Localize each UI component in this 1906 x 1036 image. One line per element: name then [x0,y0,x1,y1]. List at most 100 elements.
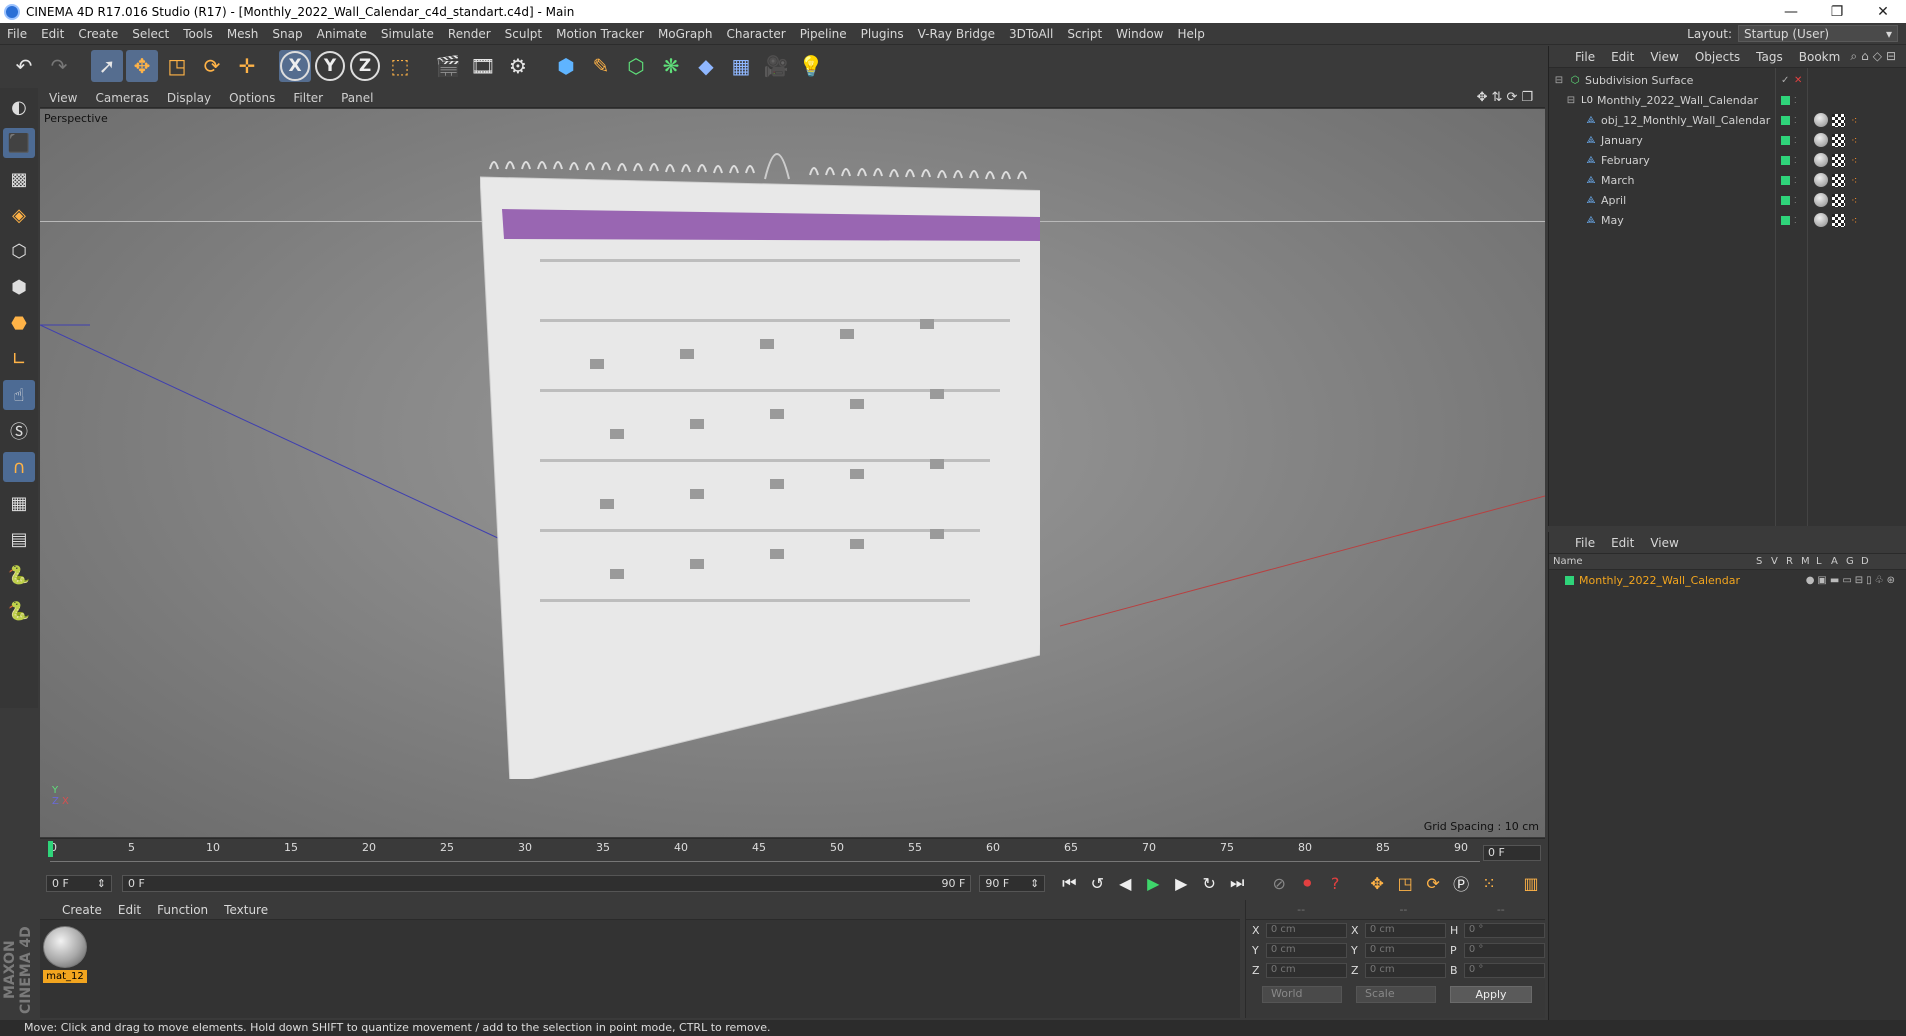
next-frame-icon[interactable]: ▶ [1168,870,1194,896]
floor-icon[interactable]: ▦ [725,50,757,82]
position-z-field[interactable]: 0 cm [1265,962,1347,978]
texture-tag-icon[interactable] [1832,193,1845,207]
play-icon[interactable]: ▶ [1140,870,1166,896]
column-header[interactable]: V [1771,556,1778,567]
polygons-mode-icon[interactable]: ⬣ [3,308,35,338]
cube-primitive-icon[interactable]: ⬢ [550,50,582,82]
menu-edit[interactable]: Edit [34,27,71,41]
material-tag-icon[interactable] [1814,193,1828,207]
workplane-icon[interactable]: ◈ [3,200,35,230]
phong-tag-icon[interactable]: ⁖ [1851,194,1857,207]
collapse-icon[interactable]: ⊟ [1565,94,1577,106]
end-frame-field[interactable]: 90 F ⇕ [979,874,1046,892]
material-menu-texture[interactable]: Texture [216,903,276,917]
rotation-h-field[interactable]: 0 ° [1463,922,1545,938]
visibility-dots-icon[interactable]: ⁚ [1794,136,1797,145]
material-menu-edit[interactable]: Edit [110,903,149,917]
column-header[interactable]: L [1816,556,1822,567]
layer-flag-icons[interactable]: ●▣▬▭⊟▯♧⊛ [1806,575,1898,586]
menu-tools[interactable]: Tools [176,27,220,41]
visibility-dots-icon[interactable]: ⁚ [1794,96,1797,105]
spline-pen-icon[interactable]: ✎ [585,50,617,82]
enable-check-icon[interactable]: ✓ [1781,75,1789,86]
viewport-menu-panel[interactable]: Panel [332,91,382,105]
x-axis-lock-icon[interactable]: X [279,50,311,82]
menu-3dtoall[interactable]: 3DToAll [1002,27,1060,41]
tree-row[interactable]: ⟁ May ⁚ ⁖ [1549,210,1906,230]
menu-mesh[interactable]: Mesh [220,27,266,41]
column-header[interactable]: D [1861,556,1869,567]
menu-mograph[interactable]: MoGraph [651,27,720,41]
make-editable-icon[interactable]: ◐ [3,92,35,122]
visibility-dots-icon[interactable]: ⁚ [1794,196,1797,205]
previous-key-icon[interactable]: ↺ [1084,870,1110,896]
coordinate-space-dropdown[interactable]: World [1262,986,1342,1003]
menu-snap[interactable]: Snap [265,27,309,41]
om-menu-edit[interactable]: Edit [1603,50,1642,64]
column-header[interactable]: M [1801,556,1810,567]
collapse-icon[interactable]: ⊟ [1553,74,1565,86]
search-home-icons[interactable]: ⌕⌂◇⊟ [1850,49,1900,64]
tree-row[interactable]: ⟁ March ⁚ ⁖ [1549,170,1906,190]
render-picture-viewer-icon[interactable]: 🎞 [467,50,499,82]
key-position-icon[interactable]: ✥ [1364,870,1390,896]
rotation-p-field[interactable]: 0 ° [1463,942,1545,958]
layout-dropdown[interactable]: Startup (User) ▾ [1738,25,1898,42]
start-frame-field[interactable]: 0 F ⇕ [46,874,112,892]
material-swatch[interactable]: mat_12 [43,926,87,984]
texture-tag-icon[interactable] [1832,213,1845,227]
light-icon[interactable]: 💡 [795,50,827,82]
viewport-menu-filter[interactable]: Filter [284,91,332,105]
texture-tag-icon[interactable] [1832,113,1845,127]
menu-file[interactable]: File [0,27,34,41]
phong-tag-icon[interactable]: ⁖ [1851,134,1857,147]
lm-menu-view[interactable]: View [1642,536,1686,550]
menu-sculpt[interactable]: Sculpt [498,27,549,41]
restore-button[interactable]: ❐ [1814,4,1860,20]
points-mode-icon[interactable]: ⬡ [3,236,35,266]
tree-row[interactable]: ⟁ April ⁚ ⁖ [1549,190,1906,210]
menu-select[interactable]: Select [125,27,176,41]
visibility-dots-icon[interactable]: ⁚ [1794,116,1797,125]
3d-viewport[interactable]: Perspective YZ X Grid Spacing : 10 cm [40,109,1545,837]
om-menu-objects[interactable]: Objects [1687,50,1748,64]
viewport-nav-icons[interactable]: ✥⇅⟳❐ [1477,90,1537,105]
column-header[interactable]: A [1831,556,1838,567]
position-x-field[interactable]: 0 cm [1265,922,1347,938]
material-tag-icon[interactable] [1814,113,1828,127]
coordinate-mode-dropdown[interactable]: Scale [1356,986,1436,1003]
undo-icon[interactable]: ↶ [8,50,40,82]
key-scale-icon[interactable]: ◳ [1392,870,1418,896]
menu-vray-bridge[interactable]: V-Ray Bridge [911,27,1002,41]
menu-simulate[interactable]: Simulate [374,27,441,41]
texture-tag-icon[interactable] [1832,153,1845,167]
keyframe-selection-icon[interactable]: ? [1322,870,1348,896]
column-header[interactable]: G [1846,556,1854,567]
viewport-menu-cameras[interactable]: Cameras [86,91,157,105]
preview-range-slider[interactable]: 0 F 90 F [121,874,972,892]
menu-create[interactable]: Create [71,27,125,41]
select-arrow-icon[interactable]: ➚ [91,50,123,82]
edges-mode-icon[interactable]: ⬢ [3,272,35,302]
rotate-tool-icon[interactable]: ⟳ [196,50,228,82]
column-header[interactable]: Name [1553,556,1583,567]
tree-row[interactable]: ⟁ January ⁚ ⁖ [1549,130,1906,150]
apply-button[interactable]: Apply [1450,986,1532,1003]
viewport-menu-display[interactable]: Display [158,91,220,105]
size-z-field[interactable]: 0 cm [1364,962,1446,978]
solo-icon[interactable]: Ⓢ [3,416,35,446]
minimize-button[interactable]: — [1768,4,1814,20]
subdivision-icon[interactable]: ⬡ [620,50,652,82]
y-axis-lock-icon[interactable]: Y [314,50,346,82]
render-settings-icon[interactable]: ⚙ [502,50,534,82]
horizontal-scrollbar[interactable] [1548,1020,1906,1036]
close-window-button[interactable]: ✕ [1860,4,1906,20]
deformer-icon[interactable]: ◆ [690,50,722,82]
menu-character[interactable]: Character [719,27,792,41]
visibility-dots-icon[interactable]: ⁚ [1794,156,1797,165]
key-pla-icon[interactable]: ⁙ [1476,870,1502,896]
visibility-dots-icon[interactable]: ⁚ [1794,216,1797,225]
timeline-window-icon[interactable]: ▥ [1518,870,1544,896]
frame-ruler[interactable]: 0 5 10 15 20 25 30 35 40 45 50 55 60 65 … [48,839,1480,865]
redo-icon[interactable]: ↷ [43,50,75,82]
